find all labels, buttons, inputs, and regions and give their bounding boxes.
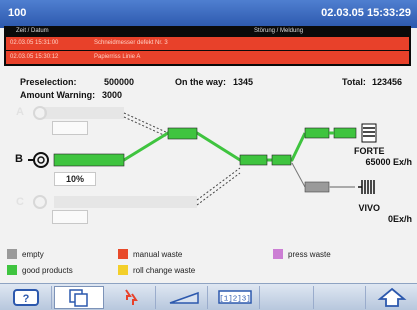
vivo-name: VIVO bbox=[358, 203, 380, 213]
bottom-toolbar: ? [1]2]3] bbox=[0, 283, 417, 310]
lane-c-button[interactable] bbox=[52, 210, 88, 224]
legend-press-swatch bbox=[273, 249, 283, 259]
toolbar-empty-slot-2[interactable] bbox=[316, 286, 366, 309]
lane-a-bar bbox=[44, 107, 124, 119]
legend-good-label: good products bbox=[22, 266, 73, 275]
counter-box: [1]2]3] bbox=[218, 290, 252, 304]
legend-press-label: press waste bbox=[288, 250, 331, 259]
lane-c-letter: C bbox=[16, 196, 24, 208]
lane-c-roll-icon bbox=[33, 195, 47, 209]
legend-manual-label: manual waste bbox=[133, 250, 183, 259]
legend-empty-label: empty bbox=[22, 250, 44, 259]
svg-text:?: ? bbox=[23, 293, 30, 305]
segment-upper bbox=[167, 127, 198, 140]
vivo-branch-line bbox=[291, 162, 306, 188]
counter-button[interactable]: [1]2]3] bbox=[210, 286, 260, 309]
segment-vivo bbox=[304, 181, 330, 193]
lane-a-letter: A bbox=[16, 106, 24, 118]
lane-c-bar bbox=[54, 196, 197, 208]
copy-button[interactable] bbox=[54, 286, 104, 309]
forte-name: FORTE bbox=[354, 146, 385, 156]
counter-label: [1]2]3] bbox=[219, 296, 251, 304]
legend-roll-label: roll change waste bbox=[133, 266, 196, 275]
segment-lower-1 bbox=[239, 154, 268, 166]
lane-c-dash-2 bbox=[196, 172, 241, 206]
legend-roll-swatch bbox=[118, 265, 128, 275]
waste-button[interactable] bbox=[106, 286, 156, 309]
help-button[interactable]: ? bbox=[0, 286, 52, 309]
lane-a-dash-2 bbox=[123, 116, 169, 138]
help-question-icon: ? bbox=[13, 289, 39, 306]
legend-empty-swatch bbox=[7, 249, 17, 259]
lane-a-button[interactable] bbox=[52, 121, 88, 135]
vivo-machine-icon bbox=[358, 180, 375, 194]
lane-b-segment bbox=[53, 153, 125, 167]
home-arrow-icon bbox=[377, 287, 407, 307]
segment-forte-2 bbox=[333, 127, 357, 139]
toolbar-empty-slot-1[interactable] bbox=[262, 286, 314, 309]
legend-manual-swatch bbox=[118, 249, 128, 259]
forte-machine-icon bbox=[361, 123, 377, 143]
lane-c-dash-1 bbox=[196, 167, 241, 201]
legend-good-swatch bbox=[7, 265, 17, 275]
speed-ramp-icon bbox=[169, 291, 199, 304]
lane-b-letter: B bbox=[15, 153, 23, 165]
lane-b-percent[interactable]: 10% bbox=[54, 172, 96, 186]
forte-rate: 65000 Ex/h bbox=[365, 157, 412, 167]
speed-ramp-button[interactable] bbox=[158, 286, 208, 309]
segment-lower-2 bbox=[271, 154, 292, 166]
home-button[interactable] bbox=[368, 286, 417, 309]
vivo-rate: 0Ex/h bbox=[387, 214, 412, 224]
lane-b-roll-icon bbox=[33, 152, 49, 168]
red-arrows-icon bbox=[125, 289, 138, 305]
lane-a-dash-1 bbox=[123, 112, 169, 134]
copy-pages-icon bbox=[69, 289, 88, 307]
segment-forte-1 bbox=[304, 127, 330, 139]
